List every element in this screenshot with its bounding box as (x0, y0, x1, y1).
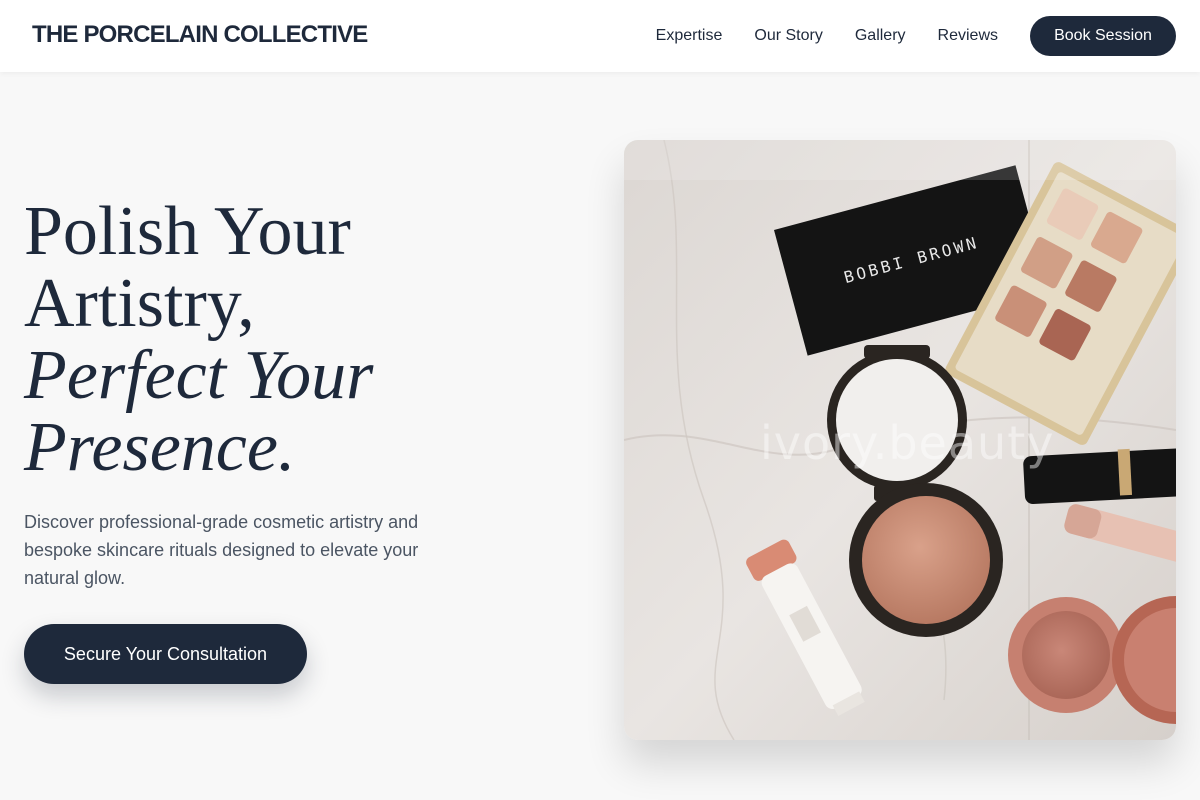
hero-title-line-3: Perfect Your (24, 337, 374, 414)
nav-item-expertise[interactable]: Expertise (656, 16, 723, 56)
hero-title-line-1: Polish Your (24, 193, 351, 270)
hero-title-line-4: Presence. (24, 409, 296, 486)
book-session-button[interactable]: Book Session (1030, 16, 1176, 56)
hero-description: Discover professional-grade cosmetic art… (24, 512, 419, 588)
top-nav: THE PORCELAIN COLLECTIVE Expertise Our S… (0, 0, 1200, 72)
hero-title-line-2: Artistry, (24, 265, 255, 342)
bronzer-compact (849, 483, 1003, 637)
nav-item-reviews[interactable]: Reviews (938, 16, 998, 56)
nav-item-gallery[interactable]: Gallery (855, 16, 906, 56)
nav-links: Expertise Our Story Gallery Reviews Book… (656, 16, 1176, 56)
image-watermark: ivory.beauty (760, 416, 1055, 470)
secure-consultation-button[interactable]: Secure Your Consultation (24, 624, 307, 684)
hero-title: Polish Your Artistry, Perfect Your Prese… (24, 196, 373, 484)
nav-item-our-story[interactable]: Our Story (754, 16, 822, 56)
brand-logo[interactable]: THE PORCELAIN COLLECTIVE (32, 21, 368, 49)
hero-product-photo: BOBBI BROWN ivory.beauty (624, 140, 1176, 740)
